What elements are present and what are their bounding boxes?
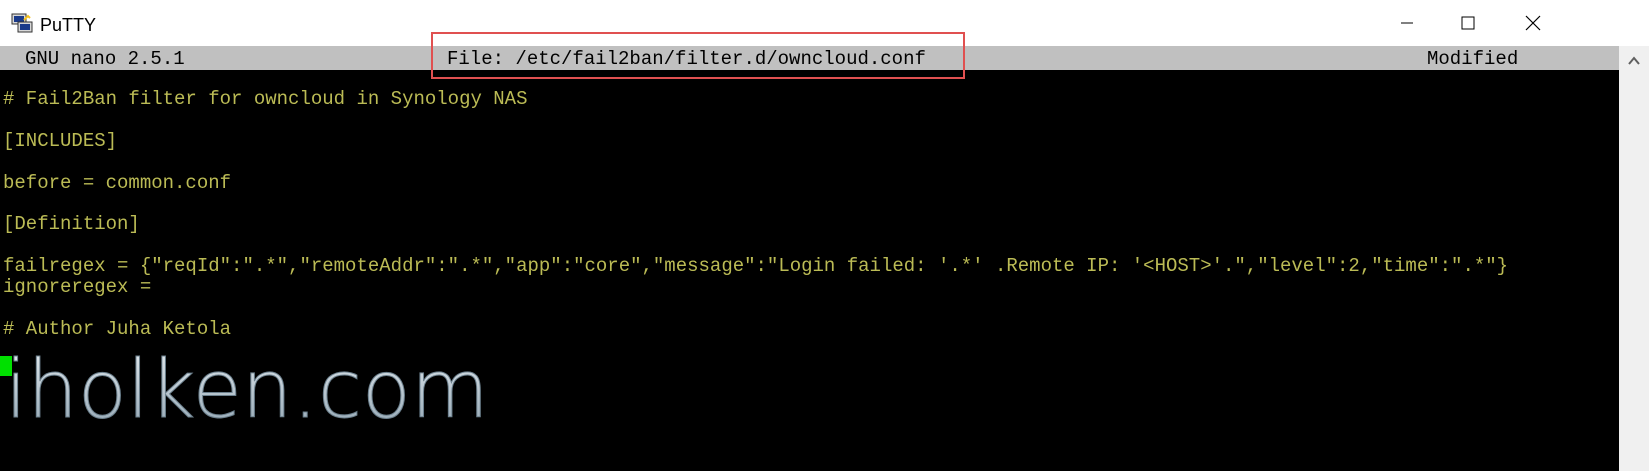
nano-version: GNU nano 2.5.1	[25, 48, 185, 70]
putty-icon[interactable]	[10, 12, 34, 34]
file-highlight-box	[431, 32, 965, 79]
window-title: PuTTY	[40, 15, 97, 35]
file-line[interactable]: ignoreregex =	[3, 276, 151, 298]
maximize-icon	[1461, 16, 1475, 30]
file-line[interactable]: # Author Juha Ketola	[3, 318, 231, 340]
minimize-icon	[1401, 22, 1413, 24]
minimize-button[interactable]	[1374, 0, 1440, 46]
file-line[interactable]: [INCLUDES]	[3, 130, 117, 152]
vertical-scrollbar[interactable]	[1619, 46, 1649, 471]
watermark-logo: iholken.com	[5, 352, 489, 437]
close-button[interactable]	[1500, 0, 1566, 46]
nano-modified-status: Modified	[1427, 48, 1519, 70]
scroll-up-arrow-icon[interactable]	[1619, 46, 1649, 74]
file-line[interactable]: before = common.conf	[3, 172, 231, 194]
file-line[interactable]: [Definition]	[3, 213, 140, 235]
maximize-button[interactable]	[1435, 0, 1501, 46]
file-line[interactable]: failregex = {"reqId":".*","remoteAddr":"…	[3, 255, 1508, 277]
watermark-text: iholken.com	[5, 352, 489, 436]
close-icon	[1525, 15, 1541, 31]
file-line[interactable]: # Fail2Ban filter for owncloud in Synolo…	[3, 88, 528, 110]
